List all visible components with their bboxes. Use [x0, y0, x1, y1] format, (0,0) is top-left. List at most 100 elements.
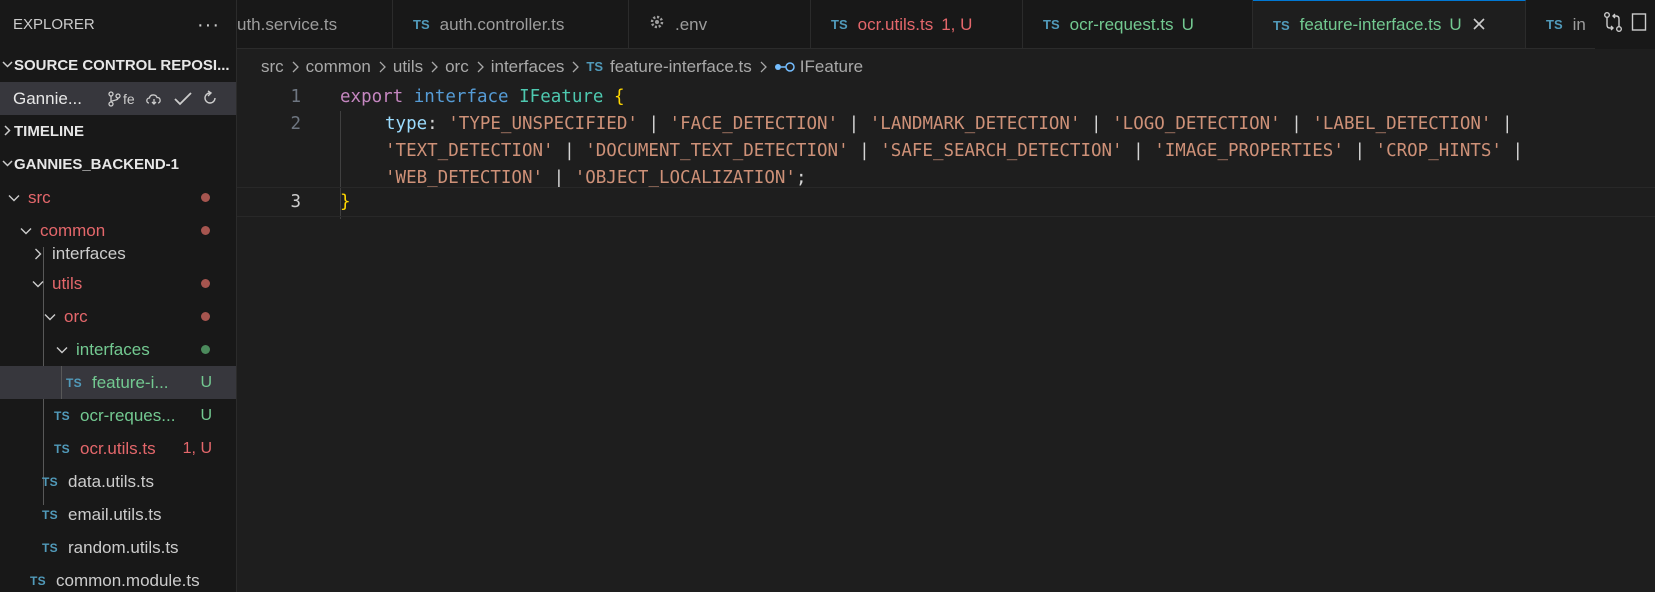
typescript-file-icon: TS — [1043, 17, 1060, 32]
chevron-right-icon — [429, 60, 439, 74]
tree-item-label: email.utils.ts — [68, 504, 162, 524]
file-email-utils[interactable]: TS email.utils.ts — [0, 498, 236, 531]
gear-icon — [649, 14, 665, 35]
tree-item-label: orc — [64, 306, 88, 326]
tab-feature-interface[interactable]: TS feature-interface.ts U — [1253, 0, 1526, 48]
typescript-file-icon: TS — [42, 507, 58, 522]
repo-row[interactable]: Gannie... fe — [0, 82, 236, 115]
commit-check-icon[interactable] — [173, 91, 193, 107]
code-editor[interactable]: 1 export interface IFeature { 2 type: 'T… — [237, 83, 1655, 592]
breadcrumb-symbol[interactable]: IFeature — [800, 57, 863, 77]
typescript-file-icon: TS — [42, 474, 58, 489]
refresh-icon[interactable] — [203, 89, 219, 108]
typescript-file-icon: TS — [54, 408, 70, 423]
chevron-down-icon — [42, 310, 58, 324]
breadcrumb-file[interactable]: feature-interface.ts — [610, 57, 752, 77]
tab-git-status: 1, U — [941, 14, 973, 34]
git-status: U — [200, 373, 212, 391]
chevron-right-icon — [570, 60, 580, 74]
close-icon[interactable] — [1472, 14, 1486, 37]
file-common-module[interactable]: TS common.module.ts — [0, 564, 236, 592]
untracked-dot-icon — [201, 345, 210, 354]
file-random-utils[interactable]: TS random.utils.ts — [0, 531, 236, 564]
tree-item-label: random.utils.ts — [68, 537, 179, 557]
folder-orc-interfaces[interactable]: interfaces — [0, 333, 236, 366]
branch-indicator[interactable]: fe — [107, 91, 135, 107]
git-status: 1, U — [182, 439, 212, 457]
section-timeline[interactable]: TIMELINE — [0, 115, 236, 148]
code-line-2: 2 type: 'TYPE_UNSPECIFIED' | 'FACE_DETEC… — [237, 110, 1655, 138]
tab-label: in — [1572, 14, 1586, 34]
folder-orc[interactable]: orc — [0, 300, 236, 333]
tree-item-label: common.module.ts — [56, 570, 200, 590]
chevron-down-icon — [2, 158, 13, 172]
branch-name: fe — [123, 90, 135, 107]
modified-dot-icon — [201, 279, 210, 288]
file-tree: src common interfaces utils orc interfac… — [0, 181, 236, 592]
tree-item-label: utils — [52, 273, 83, 293]
code-text: 'TEXT_DETECTION' | 'DOCUMENT_TEXT_DETECT… — [385, 141, 1524, 161]
tree-item-label: common — [40, 220, 106, 240]
typescript-file-icon: TS — [1273, 17, 1290, 33]
tab-ocr-utils[interactable]: TS ocr.utils.ts 1, U — [811, 0, 1023, 48]
typescript-file-icon: TS — [586, 59, 604, 74]
tab-ocr-request[interactable]: TS ocr-request.ts U — [1023, 0, 1253, 48]
chevron-right-icon — [758, 60, 768, 74]
editor-tab-bar: uth.service.ts TS auth.controller.ts .en… — [237, 0, 1655, 49]
tab-git-status: U — [1181, 14, 1194, 34]
interface-symbol-icon — [774, 60, 796, 74]
section-source-control[interactable]: SOURCE CONTROL REPOSI... — [0, 49, 236, 82]
folder-src[interactable]: src — [0, 181, 236, 214]
split-editor-icon[interactable] — [1631, 12, 1647, 37]
modified-dot-icon — [201, 226, 210, 235]
tab-auth-controller[interactable]: TS auth.controller.ts — [393, 0, 629, 48]
more-actions-icon[interactable]: ··· — [197, 15, 220, 35]
git-status: U — [200, 406, 212, 424]
section-label: TIMELINE — [14, 123, 84, 140]
section-label: GANNIES_BACKEND-1 — [14, 156, 180, 173]
section-workspace[interactable]: GANNIES_BACKEND-1 — [0, 148, 236, 181]
tab-auth-service[interactable]: uth.service.ts — [237, 0, 393, 48]
modified-dot-icon — [201, 312, 210, 321]
breadcrumb-item[interactable]: src — [261, 57, 284, 77]
tab-label: ocr-request.ts — [1069, 14, 1174, 34]
chevron-down-icon — [6, 191, 22, 205]
explorer-title: EXPLORER — [13, 16, 95, 33]
breadcrumb-item[interactable]: utils — [393, 57, 423, 77]
code-text: } — [340, 192, 351, 212]
breadcrumb-item[interactable]: interfaces — [491, 57, 565, 77]
breadcrumb: src common utils orc interfaces TS featu… — [237, 50, 1655, 83]
tree-item-label: data.utils.ts — [68, 471, 154, 491]
tab-label: uth.service.ts — [237, 14, 338, 34]
tree-item-label: feature-i... — [92, 372, 169, 392]
git-branch-icon — [108, 90, 121, 107]
repo-name: Gannie... — [13, 88, 82, 108]
typescript-file-icon: TS — [30, 573, 46, 588]
explorer-header: EXPLORER ··· — [0, 0, 236, 49]
file-ocr-utils[interactable]: TS ocr.utils.ts 1, U — [0, 432, 236, 465]
line-number: 3 — [290, 192, 301, 212]
tab-env[interactable]: .env — [629, 0, 811, 48]
chevron-right-icon — [475, 60, 485, 74]
tab-label: auth.controller.ts — [439, 14, 565, 34]
code-text: export interface IFeature { — [340, 87, 625, 107]
sync-icon[interactable] — [145, 91, 163, 107]
file-data-utils[interactable]: TS data.utils.ts — [0, 465, 236, 498]
folder-interfaces[interactable]: interfaces — [0, 241, 236, 267]
typescript-file-icon: TS — [42, 540, 58, 555]
file-ocr-request[interactable]: TS ocr-reques... U — [0, 399, 236, 432]
breadcrumb-item[interactable]: common — [306, 57, 371, 77]
file-feature-interface[interactable]: TS feature-i... U — [0, 366, 236, 399]
modified-dot-icon — [201, 193, 210, 202]
section-label: SOURCE CONTROL REPOSI... — [14, 57, 230, 74]
typescript-file-icon: TS — [1546, 17, 1563, 32]
chevron-down-icon — [18, 224, 34, 238]
chevron-right-icon — [377, 60, 387, 74]
code-line-3: 3 } — [237, 187, 1655, 217]
chevron-right-icon — [30, 247, 46, 261]
chevron-down-icon — [54, 343, 70, 357]
compare-changes-icon[interactable] — [1603, 11, 1623, 38]
folder-utils[interactable]: utils — [0, 267, 236, 300]
chevron-down-icon — [30, 277, 46, 291]
breadcrumb-item[interactable]: orc — [445, 57, 469, 77]
